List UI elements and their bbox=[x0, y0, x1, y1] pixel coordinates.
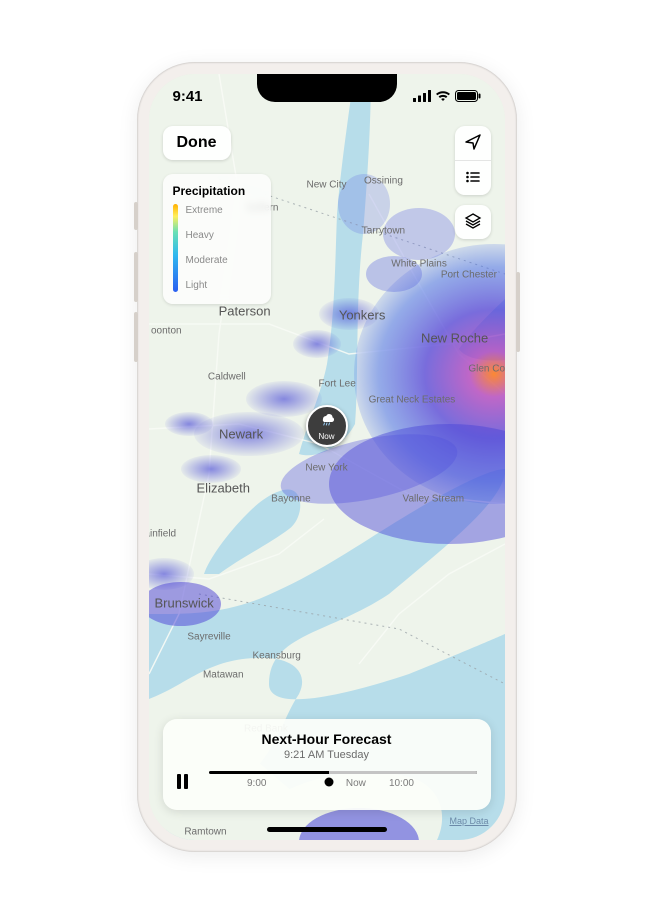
timeline-scrubber[interactable]: 9:00 Now 10:00 bbox=[209, 771, 477, 792]
map-attribution-link[interactable]: Map Data bbox=[449, 816, 488, 826]
current-location-pin[interactable]: Now bbox=[306, 405, 348, 447]
done-button[interactable]: Done bbox=[163, 126, 231, 160]
map-place-label: Caldwell bbox=[208, 371, 246, 382]
pin-label: Now bbox=[318, 432, 334, 441]
timeline-tick: Now bbox=[346, 778, 366, 789]
battery-icon bbox=[455, 90, 481, 102]
pause-button[interactable] bbox=[177, 774, 197, 789]
home-indicator[interactable] bbox=[267, 827, 387, 832]
map-place-label: Port Chester bbox=[441, 269, 497, 280]
legend-title: Precipitation bbox=[173, 184, 261, 198]
map-place-label: oonton bbox=[151, 325, 182, 336]
map-place-label: Sayreville bbox=[187, 632, 230, 643]
pause-icon bbox=[184, 774, 188, 789]
map-place-label: Glen Co bbox=[468, 363, 504, 374]
map-place-label: lainfield bbox=[149, 528, 177, 539]
device-notch bbox=[257, 74, 397, 102]
location-arrow-icon bbox=[464, 133, 482, 154]
list-icon bbox=[464, 168, 482, 189]
legend-level: Light bbox=[186, 280, 228, 291]
status-time: 9:41 bbox=[173, 88, 203, 105]
legend-level: Heavy bbox=[186, 230, 228, 241]
map-place-label: New City bbox=[306, 180, 346, 191]
timeline-tick: 9:00 bbox=[247, 778, 266, 789]
timeline-tick: 10:00 bbox=[389, 778, 414, 789]
map-place-label: Fort Lee bbox=[319, 379, 356, 390]
locations-list-button[interactable] bbox=[455, 161, 491, 195]
map-place-label: Paterson bbox=[219, 304, 271, 319]
map-place-label: Keansburg bbox=[252, 651, 300, 662]
map-place-label: Tarrytown bbox=[362, 226, 405, 237]
map-place-label: New Roche bbox=[421, 331, 488, 346]
map-place-label: White Plains bbox=[391, 258, 447, 269]
legend-gradient bbox=[173, 204, 178, 292]
map-place-label: Brunswick bbox=[154, 595, 213, 610]
map-place-label: Matawan bbox=[203, 670, 244, 681]
map-place-label: Elizabeth bbox=[197, 480, 250, 495]
map-place-label: Valley Stream bbox=[403, 494, 465, 505]
map-place-label: Bayonne bbox=[271, 494, 310, 505]
map-place-label: Ossining bbox=[364, 176, 403, 187]
forecast-title: Next-Hour Forecast bbox=[177, 731, 477, 747]
cellular-icon bbox=[413, 90, 431, 102]
legend-level: Extreme bbox=[186, 205, 228, 216]
forecast-subtitle: 9:21 AM Tuesday bbox=[177, 749, 477, 761]
map-place-label: New York bbox=[305, 463, 347, 474]
wifi-icon bbox=[435, 90, 451, 102]
map-place-label: Ramtown bbox=[184, 827, 226, 838]
legend-level: Moderate bbox=[186, 255, 228, 266]
map-place-label: Newark bbox=[219, 427, 263, 442]
precipitation-legend: Precipitation Extreme Heavy Moderate Lig… bbox=[163, 174, 271, 304]
next-hour-forecast-card: Next-Hour Forecast 9:21 AM Tuesday 9:00 … bbox=[163, 719, 491, 810]
locate-me-button[interactable] bbox=[455, 126, 491, 160]
pause-icon bbox=[177, 774, 181, 789]
map-place-label: Yonkers bbox=[339, 308, 386, 323]
layers-icon bbox=[464, 212, 482, 233]
cloud-rain-icon bbox=[318, 412, 336, 431]
map-layers-button[interactable] bbox=[455, 205, 491, 239]
map-place-label: Great Neck Estates bbox=[369, 394, 456, 405]
